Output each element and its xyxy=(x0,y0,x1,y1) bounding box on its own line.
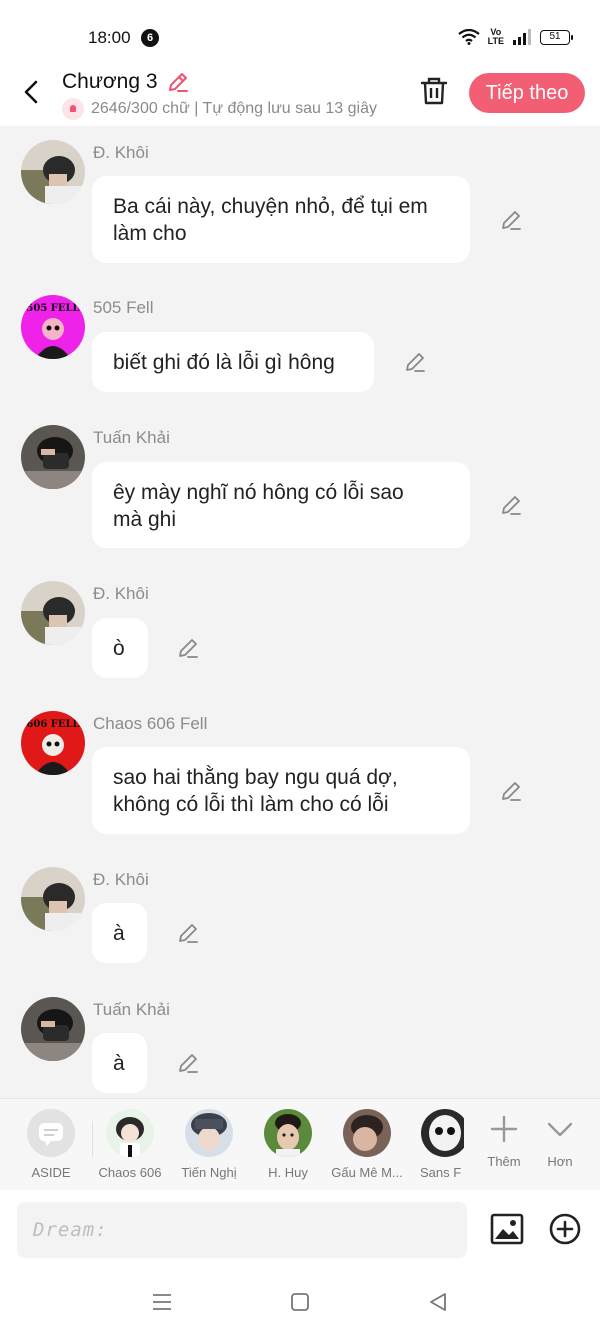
back-button[interactable] xyxy=(18,76,46,108)
chat-message: Tuấn Khải êy mày nghĩ nó hông có lỗi sao… xyxy=(0,411,600,567)
message-input[interactable] xyxy=(17,1202,467,1258)
add-character-button[interactable]: Thêm xyxy=(476,1113,532,1169)
plus-circle-icon xyxy=(549,1213,581,1245)
sender-name: Đ. Khôi xyxy=(93,143,149,162)
avatar xyxy=(343,1109,391,1157)
message-bubble[interactable]: sao hai thằng bay ngu quá dợ, không có l… xyxy=(92,747,470,834)
character-aside[interactable]: ASIDE xyxy=(12,1109,90,1180)
aside-icon xyxy=(27,1109,75,1157)
insert-image-button[interactable] xyxy=(489,1211,525,1247)
message-bubble[interactable]: à xyxy=(92,903,147,963)
character-h-huy[interactable]: H. Huy xyxy=(249,1109,327,1180)
trash-icon xyxy=(420,77,448,105)
battery-indicator: 51 xyxy=(540,29,573,45)
menu-nav-button[interactable] xyxy=(150,1290,174,1314)
chapter-header: Chương 3 2646/300 chữ | Tự động lưu sau … xyxy=(0,60,600,126)
sender-name: Đ. Khôi xyxy=(93,584,149,603)
volte-indicator: Vo LTE xyxy=(487,27,504,46)
avatar[interactable] xyxy=(21,997,85,1061)
character-label: ASIDE xyxy=(31,1165,71,1180)
svg-text:505 FELL: 505 FELL xyxy=(26,303,79,314)
edit-message-button[interactable] xyxy=(176,921,200,945)
character-sans-f[interactable]: Sans F xyxy=(404,1109,464,1180)
character-label: H. Huy xyxy=(268,1165,308,1180)
word-count-autosave: 2646/300 chữ | Tự động lưu sau 13 giây xyxy=(91,100,377,117)
add-content-button[interactable] xyxy=(547,1211,583,1247)
status-icons: Vo LTE 51 xyxy=(457,27,573,46)
chat-message: Đ. Khôi Ba cái này, chuyện nhỏ, để tụi e… xyxy=(0,126,600,281)
sender-name: Tuấn Khải xyxy=(93,428,170,447)
edit-message-button[interactable] xyxy=(176,636,200,660)
svg-text:606 FELL: 606 FELL xyxy=(26,719,79,730)
home-nav-button[interactable] xyxy=(288,1290,312,1314)
character-label: Sans F xyxy=(420,1165,462,1180)
home-square-icon xyxy=(291,1293,309,1311)
character-chaos-606[interactable]: Chaos 606 xyxy=(91,1109,169,1180)
pencil-icon xyxy=(169,73,188,92)
message-bubble[interactable]: Ba cái này, chuyện nhỏ, để tụi em làm ch… xyxy=(92,176,470,263)
avatar[interactable] xyxy=(21,867,85,931)
edit-message-button[interactable] xyxy=(176,1051,200,1075)
pencil-icon xyxy=(502,782,521,801)
pencil-icon xyxy=(502,496,521,515)
notification-count-badge: 6 xyxy=(141,29,159,47)
signal-icon xyxy=(513,29,531,45)
avatar[interactable] xyxy=(21,140,85,204)
system-nav-bar xyxy=(0,1270,600,1333)
edit-message-button[interactable] xyxy=(403,350,427,374)
pencil-icon xyxy=(502,211,521,230)
chat-message: 606 FELL Chaos 606 Fell sao hai thằng ba… xyxy=(0,697,600,853)
back-nav-button[interactable] xyxy=(426,1290,450,1314)
character-label: Gấu Mê M... xyxy=(331,1165,403,1180)
bell-icon xyxy=(62,98,84,120)
pencil-icon xyxy=(179,924,198,943)
sender-name: Đ. Khôi xyxy=(93,870,149,889)
chevron-left-icon xyxy=(24,80,38,104)
chat-list[interactable]: Đ. Khôi Ba cái này, chuyện nhỏ, để tụi e… xyxy=(0,126,600,1098)
edit-title-button[interactable] xyxy=(166,70,190,94)
triangle-back-icon xyxy=(430,1293,446,1311)
pencil-icon xyxy=(406,353,425,372)
delete-button[interactable] xyxy=(418,74,450,108)
message-bubble[interactable]: à xyxy=(92,1033,147,1093)
pencil-icon xyxy=(179,1054,198,1073)
message-bubble[interactable]: biết ghi đó là lỗi gì hông xyxy=(92,332,374,392)
edit-message-button[interactable] xyxy=(499,779,523,803)
expand-characters-button[interactable]: Hơn xyxy=(532,1113,588,1169)
sender-name: 505 Fell xyxy=(93,298,154,317)
pencil-icon xyxy=(179,639,198,658)
chat-message: Đ. Khôi à xyxy=(0,853,600,983)
edit-message-button[interactable] xyxy=(499,208,523,232)
chevron-down-icon xyxy=(547,1122,573,1137)
character-gau-me-m[interactable]: Gấu Mê M... xyxy=(328,1109,406,1180)
avatar xyxy=(106,1109,154,1157)
menu-icon xyxy=(153,1294,171,1310)
avatar[interactable] xyxy=(21,581,85,645)
image-icon xyxy=(490,1213,524,1245)
next-button[interactable]: Tiếp theo xyxy=(469,73,585,113)
character-tien-nghi[interactable]: Tiến Nghị xyxy=(170,1109,248,1180)
avatar xyxy=(421,1109,464,1157)
chapter-title: Chương 3 xyxy=(62,70,158,93)
avatar xyxy=(185,1109,233,1157)
character-label: Chaos 606 xyxy=(98,1165,162,1180)
avatar xyxy=(264,1109,312,1157)
avatar[interactable]: 606 FELL xyxy=(21,711,85,775)
message-bubble[interactable]: êy mày nghĩ nó hông có lỗi sao mà ghi xyxy=(92,462,470,548)
message-bubble[interactable]: ò xyxy=(92,618,148,678)
compose-bar xyxy=(0,1190,600,1270)
chat-message: Đ. Khôi ò xyxy=(0,567,600,697)
character-strip: ASIDE Chaos 606 Tiến Nghị H. Huy Gấu Mê … xyxy=(0,1098,600,1190)
status-time: 18:00 xyxy=(88,28,131,47)
avatar[interactable]: 505 FELL xyxy=(21,295,85,359)
avatar[interactable] xyxy=(21,425,85,489)
wifi-icon xyxy=(457,29,480,45)
chat-message: Tuấn Khải à xyxy=(0,983,600,1098)
plus-icon xyxy=(490,1115,518,1143)
character-label: Tiến Nghị xyxy=(181,1165,237,1180)
edit-message-button[interactable] xyxy=(499,493,523,517)
sender-name: Chaos 606 Fell xyxy=(93,714,208,733)
chat-message: 505 FELL 505 Fell biết ghi đó là lỗi gì … xyxy=(0,281,600,411)
sender-name: Tuấn Khải xyxy=(93,1000,170,1019)
